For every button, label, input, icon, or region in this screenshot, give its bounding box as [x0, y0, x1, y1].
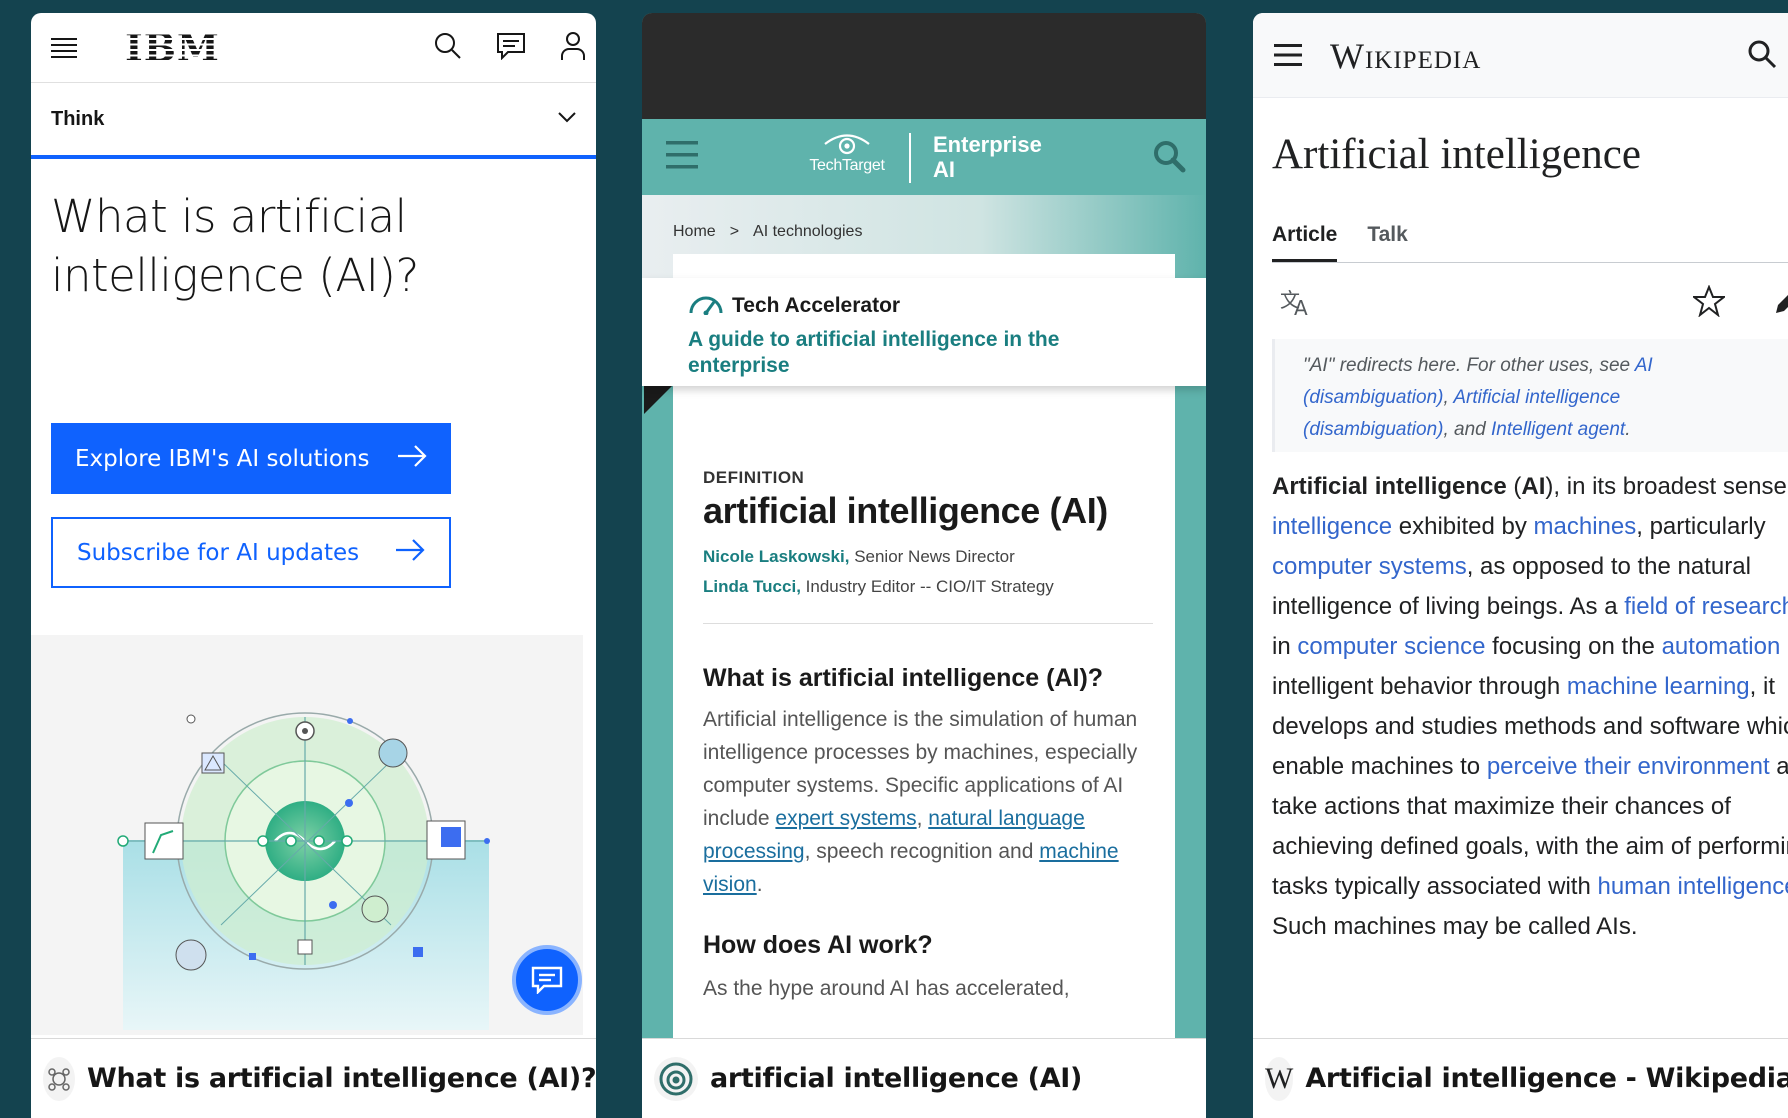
intelligent-agent-link[interactable]: Intelligent agent — [1491, 419, 1625, 440]
ibm-panel: IBM Think What is artificial intelligenc… — [31, 13, 596, 1118]
section-line2: AI — [933, 157, 955, 182]
card-corner — [644, 386, 672, 414]
page-title: What is artificial intelligence (AI)? — [51, 190, 419, 302]
techtarget-panel: TechTarget Enterprise AI Home > AI techn… — [642, 13, 1206, 1118]
author-line: Nicole Laskowski, Senior News Director — [703, 547, 1153, 567]
dark-banner — [642, 13, 1206, 119]
breadcrumb-home[interactable]: Home — [673, 223, 716, 241]
computer-systems-link[interactable]: computer systems — [1272, 553, 1467, 580]
accelerator-guide-link[interactable]: A guide to artificial intelligence in th… — [688, 327, 1160, 379]
ibm-logo[interactable]: IBM — [125, 29, 220, 67]
section-paragraph: As the hype around AI has accelerated, — [703, 977, 1070, 1000]
button-label: Subscribe for AI updates — [77, 539, 360, 566]
button-label: Explore IBM's AI solutions — [75, 445, 370, 472]
field-of-research-link[interactable]: field of research — [1624, 593, 1788, 620]
section-name[interactable]: Enterprise AI — [933, 132, 1042, 182]
page-title: Artificial intelligence — [1272, 131, 1641, 178]
author-name[interactable]: Linda Tucci, — [703, 577, 801, 596]
brand-name: TechTarget — [809, 157, 885, 174]
article-title: artificial intelligence (AI) — [703, 490, 1108, 531]
lead-paragraph: Artificial intelligence (AI), in its bro… — [1272, 467, 1788, 947]
expert-systems-link[interactable]: expert systems — [775, 807, 916, 830]
author-role: Senior News Director — [854, 547, 1015, 566]
techtarget-header: TechTarget Enterprise AI — [642, 119, 1206, 195]
menu-icon[interactable] — [51, 38, 77, 63]
breadcrumb: Home > AI technologies — [673, 223, 862, 241]
automation-link[interactable]: automation — [1662, 633, 1781, 660]
divider — [703, 623, 1153, 624]
edit-icon[interactable] — [1772, 287, 1788, 322]
chat-icon[interactable] — [496, 32, 526, 65]
svg-text:A: A — [1294, 296, 1308, 317]
ibm-header: IBM — [31, 13, 596, 83]
star-icon[interactable] — [1691, 284, 1727, 322]
wikipedia-panel: Wikipedia Artificial intelligence Articl… — [1253, 13, 1788, 1118]
eye-icon — [824, 134, 870, 155]
page-tools: 文A — [1272, 271, 1788, 337]
machine-learning-link[interactable]: machine learning — [1567, 673, 1750, 700]
subscribe-ai-updates-button[interactable]: Subscribe for AI updates — [51, 517, 451, 588]
definition-label: DEFINITION — [703, 468, 805, 487]
author-role: Industry Editor -- CIO/IT Strategy — [805, 577, 1054, 596]
wikipedia-header: Wikipedia — [1253, 13, 1788, 98]
breadcrumb-ai-technologies[interactable]: AI technologies — [753, 223, 862, 241]
language-icon[interactable]: 文A — [1280, 287, 1314, 322]
user-icon[interactable] — [560, 31, 586, 66]
namespace-tabs: Article Talk — [1272, 209, 1788, 263]
intelligence-link[interactable]: intelligence — [1272, 513, 1392, 540]
search-icon[interactable] — [1747, 39, 1777, 74]
tech-accelerator-banner[interactable]: Tech Accelerator A guide to artificial i… — [642, 278, 1206, 386]
search-icon[interactable] — [1152, 139, 1186, 178]
tab-article[interactable]: Article — [1272, 209, 1338, 262]
hatnote: "AI" redirects here. For other uses, see… — [1272, 339, 1788, 452]
author-line: Linda Tucci, Industry Editor -- CIO/IT S… — [703, 577, 1153, 597]
tab-title: artificial intelligence (AI) — [710, 1063, 1083, 1094]
ibm-favicon — [43, 1056, 75, 1101]
article-body: DEFINITION artificial intelligence (AI) … — [703, 468, 1153, 1005]
header-divider — [909, 133, 911, 183]
wikipedia-favicon: W — [1265, 1056, 1294, 1101]
tab-title: What is artificial intelligence (AI)? — [87, 1063, 596, 1094]
author-name[interactable]: Nicole Laskowski, — [703, 547, 849, 566]
section-heading: What is artificial intelligence (AI)? — [703, 664, 1104, 692]
think-dropdown[interactable]: Think — [31, 83, 596, 159]
wikipedia-logo[interactable]: Wikipedia — [1330, 35, 1481, 77]
search-icon[interactable] — [434, 32, 462, 65]
chevron-down-icon — [558, 110, 576, 128]
section-line1: Enterprise — [933, 132, 1042, 157]
techtarget-logo[interactable]: TechTarget — [804, 133, 890, 175]
human-intelligence-link[interactable]: human intelligence — [1597, 873, 1788, 900]
speedometer-icon — [688, 291, 724, 321]
think-label: Think — [51, 107, 105, 130]
section-heading: How does AI work? — [703, 931, 933, 959]
chat-button[interactable] — [512, 945, 582, 1015]
arrow-right-icon — [395, 538, 425, 567]
tab-title-bar[interactable]: What is artificial intelligence (AI)? — [31, 1038, 596, 1118]
tab-title-bar[interactable]: W Artificial intelligence - Wikipedia — [1253, 1038, 1788, 1118]
ai-illustration — [31, 635, 583, 1035]
machines-link[interactable]: machines — [1534, 513, 1637, 540]
chat-bubble-icon — [531, 966, 563, 994]
tab-talk[interactable]: Talk — [1367, 209, 1407, 262]
perceive-environment-link[interactable]: perceive their environment — [1487, 753, 1770, 780]
computer-science-link[interactable]: computer science — [1297, 633, 1485, 660]
menu-icon[interactable] — [1274, 43, 1302, 72]
section-paragraph: Artificial intelligence is the simulatio… — [703, 708, 1138, 896]
arrow-right-icon — [397, 444, 427, 473]
breadcrumb-separator: > — [729, 223, 740, 240]
tab-title: Artificial intelligence - Wikipedia — [1305, 1063, 1788, 1094]
techtarget-favicon — [654, 1056, 698, 1101]
accelerator-label: Tech Accelerator — [732, 294, 901, 317]
menu-icon[interactable] — [666, 139, 698, 176]
explore-ai-solutions-button[interactable]: Explore IBM's AI solutions — [51, 423, 451, 494]
tab-title-bar[interactable]: artificial intelligence (AI) — [642, 1038, 1206, 1118]
